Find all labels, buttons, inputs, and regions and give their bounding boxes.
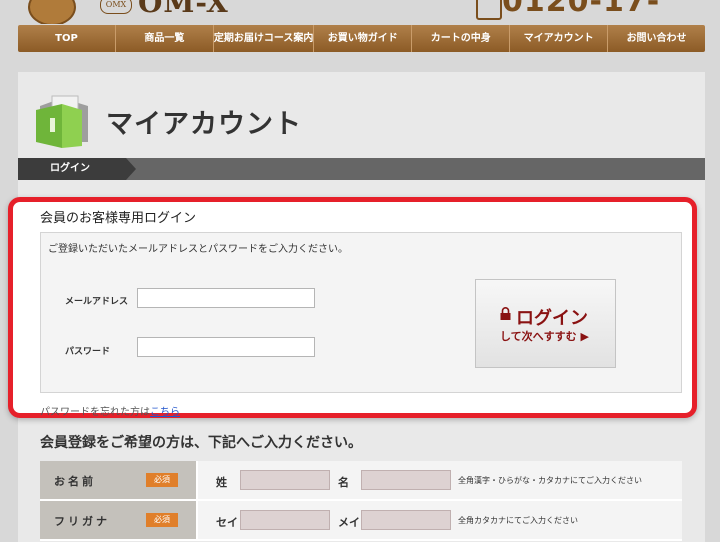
- folder-icon: [36, 95, 88, 148]
- required-badge: 必須: [146, 473, 178, 487]
- registration-title: 会員登録をご希望の方は、下記へご入力ください。: [40, 435, 362, 451]
- last-name-label: 姓: [216, 476, 227, 489]
- logo-badge: OMX: [100, 0, 132, 14]
- phone-number: 0120-17-2385: [502, 0, 661, 22]
- furigana-note: 全角カタカナにてご入力ください: [458, 516, 578, 525]
- first-name-field[interactable]: [361, 470, 451, 490]
- nav-my-account[interactable]: マイアカウント: [510, 25, 609, 52]
- login-button[interactable]: ログイン して次へすすむ ▶: [475, 279, 616, 368]
- first-kana-label: メイ: [338, 516, 360, 529]
- logo-emblem-icon: [28, 0, 76, 24]
- row-header: フリガナ 必須: [40, 501, 196, 539]
- site-logo[interactable]: OMX OM-X: [0, 0, 260, 24]
- login-button-label: ログイン: [516, 308, 588, 329]
- page-title: マイアカウント: [106, 109, 302, 140]
- forgot-password-text: パスワードを忘れた方は: [40, 407, 150, 418]
- last-name-field[interactable]: [240, 470, 330, 490]
- row-body: 姓 名 全角漢字・ひらがな・カタカナにてご入力ください: [198, 461, 682, 499]
- row-body: セイ メイ 全角カタカナにてご入力ください: [198, 501, 682, 539]
- registration-form: お名前 必須 姓 名 全角漢字・ひらがな・カタカナにてご入力ください フリガナ …: [40, 461, 682, 541]
- global-nav: TOP 商品一覧 定期お届けコース案内 お買い物ガイド カートの中身 マイアカウ…: [18, 25, 705, 52]
- row-header: お名前 必須: [40, 461, 196, 499]
- first-name-label: 名: [338, 476, 349, 489]
- login-section-title: 会員のお客様専用ログイン: [40, 211, 197, 226]
- password-field[interactable]: [137, 337, 315, 357]
- first-kana-field[interactable]: [361, 510, 451, 530]
- lock-icon: [500, 307, 511, 320]
- breadcrumb-item-login: ログイン: [18, 158, 126, 180]
- form-row-name: お名前 必須 姓 名 全角漢字・ひらがな・カタカナにてご入力ください: [40, 461, 682, 501]
- required-badge: 必須: [146, 513, 178, 527]
- nav-subscription[interactable]: 定期お届けコース案内: [214, 25, 315, 52]
- email-field[interactable]: [137, 288, 315, 308]
- free-dial-icon: [476, 0, 502, 20]
- login-hint: ご登録いただいたメールアドレスとパスワードをご入力ください。: [48, 244, 348, 255]
- phone-contact: 0120-17-2385: [470, 0, 720, 22]
- forgot-password: パスワードを忘れた方はこちら: [40, 403, 180, 418]
- logo-text: OM-X: [138, 0, 229, 19]
- nav-products[interactable]: 商品一覧: [116, 25, 214, 52]
- nav-cart[interactable]: カートの中身: [412, 25, 511, 52]
- nav-contact[interactable]: お問い合わせ: [608, 25, 705, 52]
- breadcrumb-arrow-icon: [126, 158, 136, 180]
- form-row-furigana: フリガナ 必須 セイ メイ 全角カタカナにてご入力ください: [40, 501, 682, 541]
- last-kana-field[interactable]: [240, 510, 330, 530]
- name-label: お名前: [54, 475, 96, 488]
- last-kana-label: セイ: [216, 516, 238, 529]
- forgot-password-link[interactable]: こちら: [150, 407, 180, 418]
- breadcrumb: ログイン: [18, 158, 705, 180]
- nav-shopping-guide[interactable]: お買い物ガイド: [314, 25, 413, 52]
- password-label: パスワード: [65, 347, 111, 357]
- name-note: 全角漢字・ひらがな・カタカナにてご入力ください: [458, 476, 642, 485]
- login-button-subtext: して次へすすむ ▶: [500, 330, 589, 343]
- email-label: メールアドレス: [65, 297, 129, 307]
- nav-top[interactable]: TOP: [18, 25, 116, 52]
